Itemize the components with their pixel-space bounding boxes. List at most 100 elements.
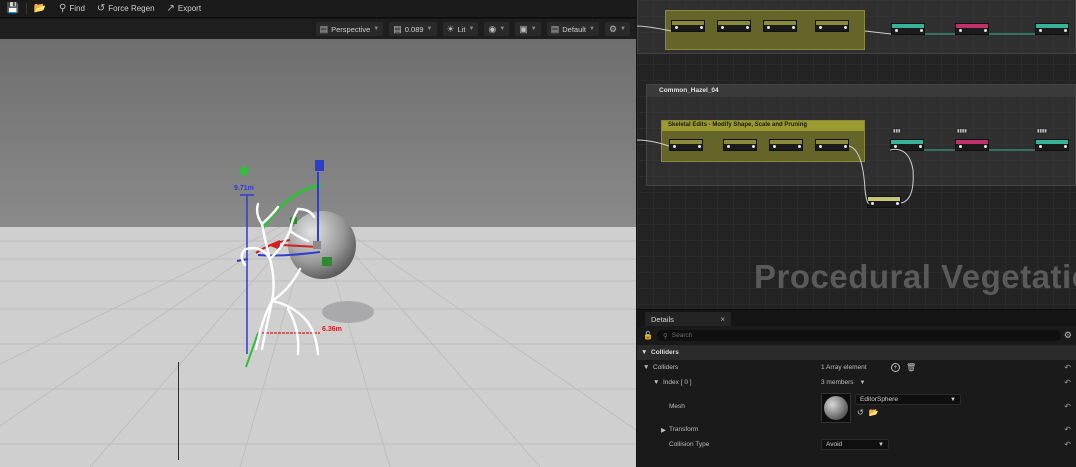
axis-z-handle[interactable] bbox=[315, 160, 324, 171]
category-colliders[interactable]: ▼ Colliders bbox=[637, 345, 1076, 360]
details-panel: Details × 🔓 ⚲ Search ⚙ ▼ Colliders ▼ Col… bbox=[637, 309, 1076, 467]
refresh-icon: ↺ bbox=[96, 3, 106, 14]
content-browser-icon[interactable]: 📂 bbox=[33, 2, 47, 16]
lock-icon[interactable]: 🔓 bbox=[643, 331, 653, 340]
property-row-transform[interactable]: ▶ Transform ↶ bbox=[637, 422, 1076, 437]
view-mode-dropdown[interactable]: ☀ Lit ▼ bbox=[442, 22, 479, 36]
mesh-thumbnail[interactable] bbox=[821, 393, 851, 423]
lit-icon: ☀ bbox=[446, 23, 455, 34]
mesh-value: EditorSphere bbox=[860, 396, 898, 403]
chevron-down-icon: ▼ bbox=[373, 26, 380, 32]
chevron-down-icon: ▼ bbox=[589, 26, 595, 32]
chevron-down-icon: ▼ bbox=[468, 26, 475, 32]
property-row-collision: Collision Type Avoid ▼ ↶ bbox=[637, 437, 1076, 452]
reset-icon[interactable]: ↶ bbox=[1064, 363, 1071, 372]
perspective-label: Perspective bbox=[331, 24, 371, 34]
chevron-down-icon: ▼ bbox=[530, 26, 537, 32]
trash-icon[interactable]: 🗑 bbox=[906, 363, 916, 372]
colliders-value: 1 Array element bbox=[821, 364, 867, 371]
chevron-down-icon: ▼ bbox=[499, 26, 506, 32]
eye-icon: ◉ bbox=[488, 23, 497, 34]
export-label: Export bbox=[177, 4, 202, 13]
search-icon: ⚲ bbox=[663, 332, 668, 340]
use-selected-icon[interactable]: ↺ bbox=[857, 408, 864, 417]
collision-value: Avoid bbox=[826, 441, 843, 448]
show-flags-dropdown[interactable]: ◉ ▼ bbox=[484, 22, 510, 36]
chevron-down-icon: ▼ bbox=[641, 349, 648, 356]
mesh-actions: ↺ 📂 bbox=[857, 408, 879, 417]
add-element-icon[interactable]: + bbox=[891, 363, 900, 372]
width-dimension-label: 6.36m bbox=[322, 326, 342, 333]
sphere-shadow bbox=[322, 301, 374, 323]
colliders-value-group: 1 Array element + 🗑 bbox=[821, 363, 916, 372]
chevron-down-icon: ▼ bbox=[426, 26, 433, 32]
height-dimension-label: 9.71m bbox=[234, 185, 254, 192]
export-icon: ↗ bbox=[166, 3, 175, 14]
chevron-down-icon: ▼ bbox=[620, 26, 626, 32]
chevron-down-icon[interactable]: ▼ bbox=[653, 379, 659, 386]
index-value: 3 members bbox=[821, 379, 854, 386]
force-regen-label: Force Regen bbox=[108, 4, 155, 13]
camera-speed-dropdown[interactable]: ▤ 0.089 ▼ bbox=[389, 22, 437, 36]
watermark-title: Procedural Vegetation bbox=[754, 258, 1076, 295]
settings-dropdown[interactable]: ⚙ ▼ bbox=[604, 22, 630, 36]
export-button[interactable]: ↗ Export bbox=[167, 3, 202, 14]
viewport-toolbar: ▤ Perspective ▼ ▤ 0.089 ▼ ☀ Lit ▼ ◉ ▼ ▣ … bbox=[0, 19, 636, 39]
reset-icon[interactable]: ↶ bbox=[1064, 440, 1071, 449]
search-input[interactable]: ⚲ Search bbox=[657, 330, 1061, 341]
transform-label: Transform bbox=[669, 426, 699, 433]
index-label: Index [ 0 ] bbox=[663, 379, 692, 386]
category-label: Colliders bbox=[651, 349, 679, 356]
lit-label: Lit bbox=[457, 24, 466, 34]
chevron-down-icon: ▼ bbox=[878, 441, 884, 448]
reset-icon[interactable]: ↶ bbox=[1064, 378, 1071, 387]
tab-details-label: Details bbox=[651, 314, 674, 324]
profile-icon: ▤ bbox=[550, 23, 560, 34]
collision-dropdown[interactable]: Avoid ▼ bbox=[821, 439, 889, 450]
browse-icon[interactable]: 📂 bbox=[869, 408, 879, 417]
axis-y-handle[interactable] bbox=[238, 165, 250, 177]
search-placeholder: Search bbox=[671, 332, 693, 339]
chevron-down-icon: ▼ bbox=[859, 379, 866, 386]
viewport-scene bbox=[0, 160, 636, 467]
layout-dropdown[interactable]: ▣ ▼ bbox=[515, 22, 541, 36]
gizmo-center[interactable] bbox=[313, 241, 321, 249]
plane-handle-green[interactable] bbox=[322, 257, 332, 266]
colliders-label: Colliders bbox=[653, 364, 679, 371]
details-column-divider bbox=[178, 362, 179, 460]
layout-icon: ▣ bbox=[519, 23, 528, 34]
reset-icon[interactable]: ↶ bbox=[1064, 425, 1071, 434]
gear-icon[interactable]: ⚙ bbox=[1064, 330, 1072, 341]
chevron-down-icon[interactable]: ▼ bbox=[643, 364, 649, 371]
property-row-colliders: ▼ Colliders 1 Array element + 🗑 ↶ bbox=[637, 360, 1076, 375]
viewport[interactable]: 9.71m 6.36m ▤ Perspective ▼ ▤ 0.089 ▼ ☀ … bbox=[0, 19, 636, 467]
node-graph[interactable]: Common_Hazel_04 Skeletal Edits - Modify … bbox=[637, 0, 1076, 309]
sphere-preview bbox=[824, 396, 848, 420]
property-row-index: ▼ Index [ 0 ] 3 members ▼ ↶ bbox=[637, 375, 1076, 390]
reset-icon[interactable]: ↶ bbox=[1064, 402, 1071, 411]
speed-value: 0.089 bbox=[404, 24, 424, 34]
chevron-right-icon: ▶ bbox=[661, 426, 666, 434]
collision-value-group: Avoid ▼ bbox=[821, 439, 889, 450]
mesh-dropdown[interactable]: EditorSphere ▼ bbox=[855, 394, 961, 405]
save-icon[interactable]: 💾 bbox=[6, 2, 20, 16]
find-label: Find bbox=[69, 4, 85, 13]
default-label: Default bbox=[562, 24, 587, 34]
details-tabbar: Details × bbox=[637, 310, 1076, 326]
force-regen-button[interactable]: ↺ Force Regen bbox=[97, 3, 155, 14]
main-toolbar: 💾 📂 ⚲ Find ↺ Force Regen ↗ Export bbox=[0, 0, 636, 18]
close-icon[interactable]: × bbox=[720, 315, 725, 324]
index-value-group[interactable]: 3 members ▼ bbox=[821, 379, 865, 386]
profile-dropdown[interactable]: ▤ Default ▼ bbox=[546, 22, 599, 36]
tab-details[interactable]: Details × bbox=[645, 312, 731, 326]
camera-icon: ▤ bbox=[319, 23, 329, 34]
find-button[interactable]: ⚲ Find bbox=[59, 3, 85, 14]
perspective-dropdown[interactable]: ▤ Perspective ▼ bbox=[315, 22, 384, 36]
gear-icon: ⚙ bbox=[608, 23, 618, 34]
mesh-label: Mesh bbox=[669, 403, 685, 410]
speed-icon: ▤ bbox=[393, 23, 402, 34]
toolbar-separator bbox=[26, 2, 27, 15]
search-icon: ⚲ bbox=[59, 3, 67, 14]
collision-label: Collision Type bbox=[669, 441, 710, 448]
chevron-down-icon: ▼ bbox=[950, 396, 956, 403]
